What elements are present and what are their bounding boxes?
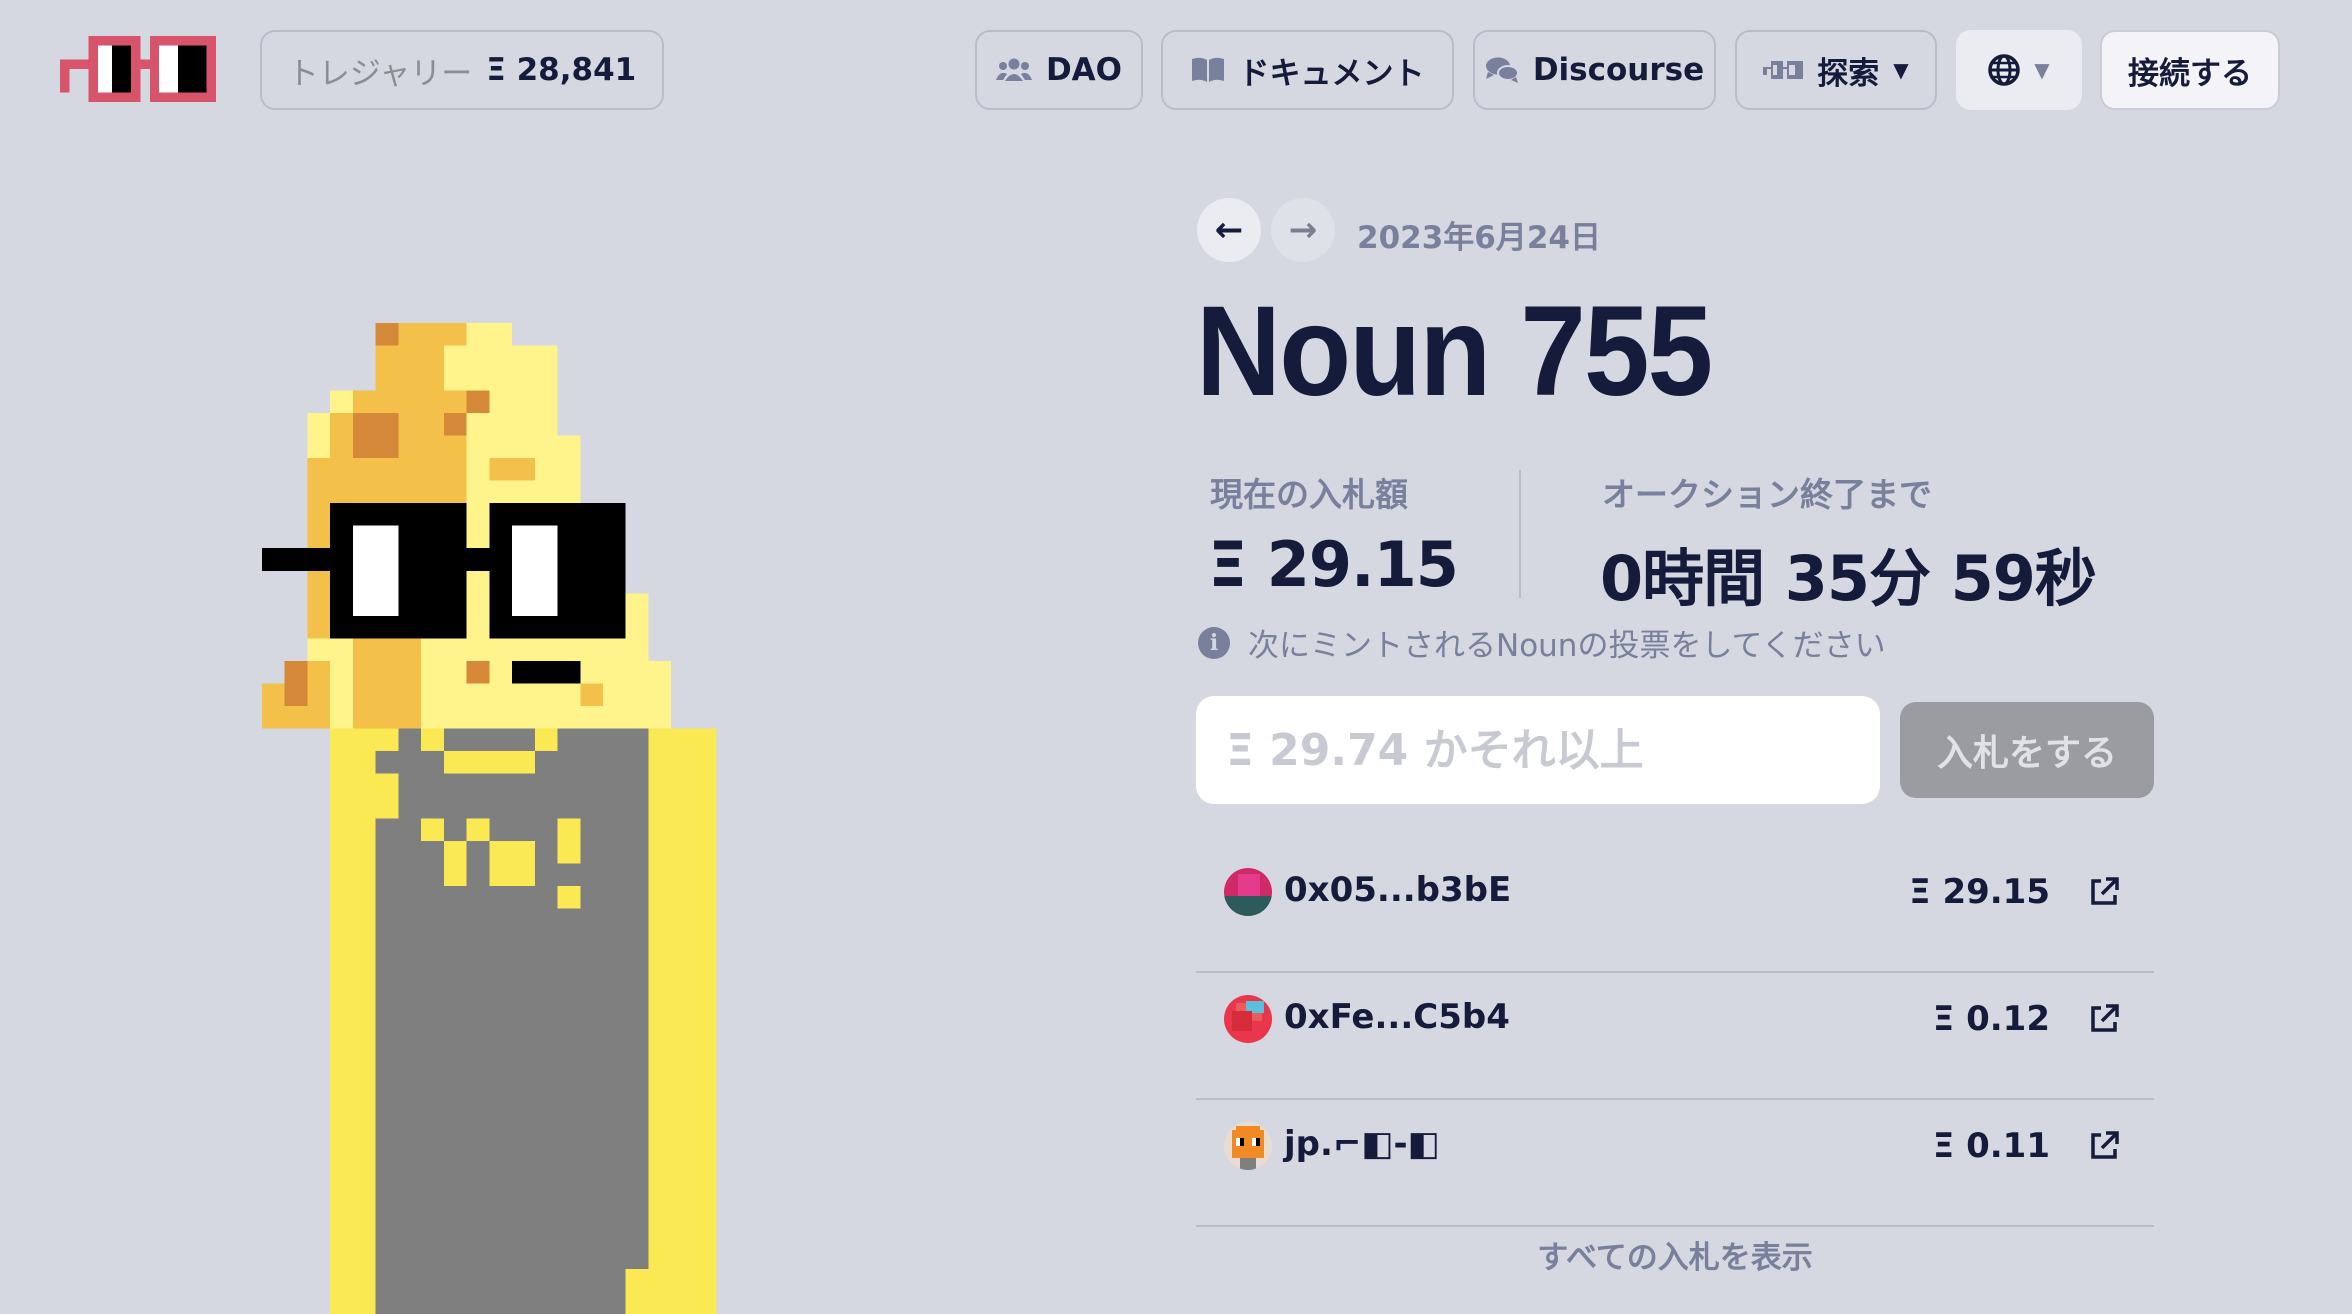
place-bid-button[interactable]: 入札をする <box>1900 702 2154 798</box>
docs-button[interactable]: ドキュメント <box>1161 30 1454 110</box>
treasury-balance[interactable]: トレジャリー Ξ 28,841 <box>260 30 664 110</box>
explore-dropdown[interactable]: 探索 ▼ <box>1735 30 1937 110</box>
external-link-icon[interactable] <box>2086 1001 2122 1037</box>
noun-image <box>262 323 717 1314</box>
docs-label: ドキュメント <box>1238 55 1425 92</box>
bid-row: 0x05...b3bE Ξ 29.15 <box>1196 846 2154 973</box>
auction-ends-label: オークション終了まで <box>1602 475 1932 514</box>
previous-noun-button[interactable]: ← <box>1197 198 1261 262</box>
bid-amount: Ξ 29.15 <box>1909 872 2050 912</box>
external-link-icon[interactable] <box>2086 1128 2122 1164</box>
noun-title: Noun 755 <box>1196 280 1713 423</box>
treasury-value: Ξ 28,841 <box>486 52 637 88</box>
discourse-button[interactable]: Discourse <box>1473 30 1716 110</box>
arrow-right-icon: → <box>1288 210 1318 250</box>
arrow-left-icon: ← <box>1214 210 1244 250</box>
dao-button[interactable]: DAO <box>975 30 1143 110</box>
glasses-icon <box>1763 61 1804 79</box>
bid-amount-input[interactable] <box>1196 696 1880 804</box>
globe-icon <box>1988 54 2021 86</box>
explore-label: 探索 <box>1817 55 1880 92</box>
users-icon <box>995 57 1032 83</box>
bidder-avatar <box>1224 868 1272 916</box>
external-link-icon[interactable] <box>2086 874 2122 910</box>
caret-down-icon: ▼ <box>2034 58 2050 82</box>
bidder-address[interactable]: jp.⌐◧-◧ <box>1284 1124 1440 1164</box>
dao-label: DAO <box>1045 52 1123 88</box>
auction-date: 2023年6月24日 <box>1357 220 1601 256</box>
language-dropdown[interactable]: ▼ <box>1956 30 2082 110</box>
current-bid-label: 現在の入札額 <box>1210 475 1408 514</box>
bidder-address[interactable]: 0xFe...C5b4 <box>1284 997 1510 1037</box>
info-icon: i <box>1198 626 1230 659</box>
treasury-label: トレジャリー <box>287 55 473 92</box>
auction-countdown: 0時間 35分 59秒 <box>1600 542 2097 615</box>
current-bid-value: Ξ 29.15 <box>1208 528 1459 601</box>
nouns-logo[interactable] <box>56 36 220 102</box>
bidder-address[interactable]: 0x05...b3bE <box>1284 870 1511 910</box>
vote-note-text: 次にミントされるNounの投票をしてください <box>1248 628 1886 664</box>
view-all-bids-link[interactable]: すべての入札を表示 <box>1196 1232 2154 1277</box>
bidder-avatar <box>1224 1122 1272 1170</box>
comments-icon <box>1485 56 1519 84</box>
book-icon <box>1191 56 1225 84</box>
bid-row: 0xFe...C5b4 Ξ 0.12 <box>1196 973 2154 1100</box>
vote-note[interactable]: i 次にミントされるNounの投票をしてください <box>1198 620 1886 665</box>
stat-divider <box>1519 470 1521 598</box>
bidder-avatar <box>1224 995 1272 1043</box>
bid-amount: Ξ 0.12 <box>1932 999 2050 1039</box>
bid-history-list: 0x05...b3bE Ξ 29.15 0xFe...C5b4 Ξ 0.12 j… <box>1196 846 2154 1227</box>
discourse-label: Discourse <box>1532 52 1705 88</box>
connect-label: 接続する <box>2128 55 2252 92</box>
caret-down-icon: ▼ <box>1893 58 1909 82</box>
bid-amount: Ξ 0.11 <box>1932 1126 2050 1166</box>
next-noun-button[interactable]: → <box>1271 198 1335 262</box>
connect-wallet-button[interactable]: 接続する <box>2100 30 2280 110</box>
bid-row: jp.⌐◧-◧ Ξ 0.11 <box>1196 1100 2154 1227</box>
